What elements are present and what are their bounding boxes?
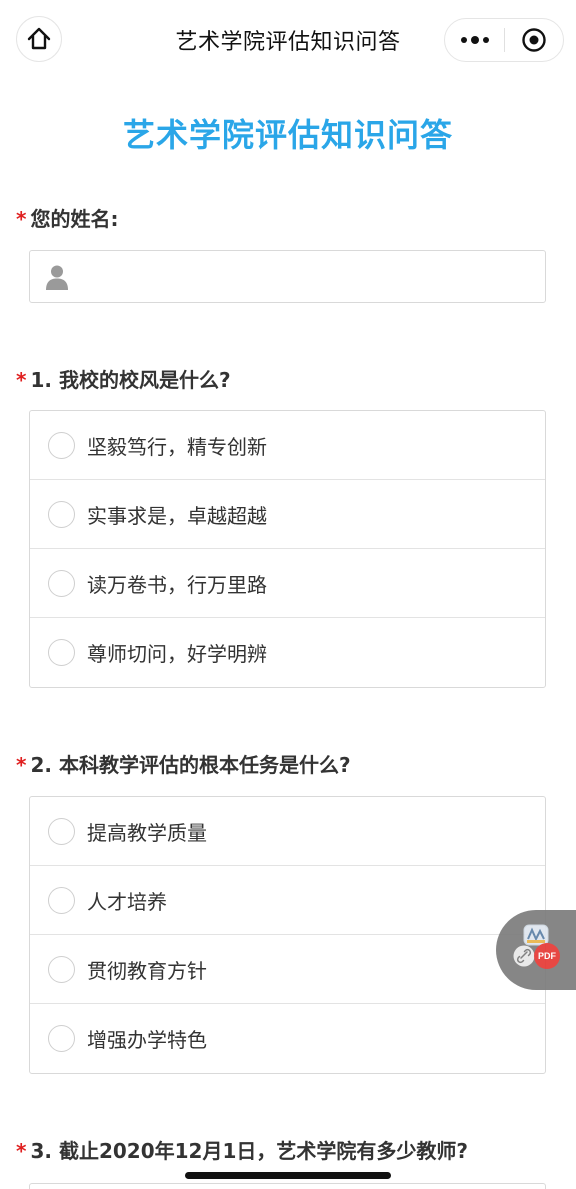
option-label: 人才培养: [87, 889, 167, 914]
name-input[interactable]: [29, 250, 546, 303]
radio-button[interactable]: [48, 500, 75, 528]
home-indicator: [185, 1172, 391, 1179]
question-2-option-d[interactable]: 增强办学特色: [30, 1004, 545, 1073]
option-label: 提高教学质量: [87, 820, 207, 845]
radio-button[interactable]: [48, 569, 75, 597]
person-icon: [46, 265, 68, 290]
more-button[interactable]: [445, 18, 504, 62]
page: 艺术学院评估知识问答 艺术学院评估知识问答 * 您的姓名: * 1. 我校的校风…: [0, 0, 576, 1189]
close-target-icon: [522, 28, 546, 52]
question-1-option-c[interactable]: 读万卷书，行万里路: [30, 549, 545, 618]
question-3-label: * 3. 截止2020年12月1日，艺术学院有多少教师?: [16, 1135, 468, 1164]
question-1-option-d[interactable]: 尊师切问，好学明辨: [30, 618, 545, 687]
question-3-text: 3. 截止2020年12月1日，艺术学院有多少教师?: [30, 1139, 468, 1163]
question-2-option-b[interactable]: 人才培养: [30, 866, 545, 935]
radio-button[interactable]: [48, 886, 75, 914]
option-label: 读万卷书，行万里路: [87, 572, 267, 597]
top-nav-bar: 艺术学院评估知识问答: [0, 0, 576, 82]
required-mark: *: [16, 207, 27, 231]
radio-button[interactable]: [48, 431, 75, 459]
question-1-label: * 1. 我校的校风是什么?: [16, 364, 231, 393]
required-mark: *: [16, 753, 27, 777]
pdf-badge-text: PDF: [538, 951, 556, 961]
option-label: 尊师切问，好学明辨: [87, 642, 267, 666]
option-label: 增强办学特色: [87, 1028, 207, 1052]
required-mark: *: [16, 1139, 27, 1163]
option-label: 实事求是，卓越超越: [87, 503, 267, 528]
radio-button[interactable]: [48, 639, 75, 666]
question-2-options: 提高教学质量 人才培养 贯彻教育方针 增强办学特色: [29, 796, 546, 1074]
pdf-icon: PDF: [534, 943, 560, 969]
question-2-label: * 2. 本科教学评估的根本任务是什么?: [16, 749, 351, 778]
option-label: 贯彻教育方针: [87, 958, 207, 983]
radio-button[interactable]: [48, 1025, 75, 1052]
mini-program-capsule: [444, 18, 564, 62]
option-label: 坚毅笃行，精专创新: [87, 434, 267, 459]
required-mark: *: [16, 368, 27, 392]
radio-button[interactable]: [48, 817, 75, 845]
question-1-text: 1. 我校的校风是什么?: [30, 368, 231, 392]
more-dots-icon: [460, 36, 489, 44]
close-button[interactable]: [505, 18, 563, 62]
question-1-option-b[interactable]: 实事求是，卓越超越: [30, 480, 545, 549]
radio-button[interactable]: [48, 955, 75, 983]
name-label-text: 您的姓名:: [30, 207, 119, 231]
name-label: * 您的姓名:: [16, 203, 118, 232]
question-3-options: [29, 1183, 546, 1189]
question-2-text: 2. 本科教学评估的根本任务是什么?: [30, 753, 351, 777]
question-2-option-a[interactable]: 提高教学质量: [30, 797, 545, 866]
floating-tool-button[interactable]: PDF: [496, 910, 576, 990]
form-title: 艺术学院评估知识问答: [122, 116, 453, 154]
link-icon: [513, 945, 535, 967]
question-2-option-c[interactable]: 贯彻教育方针: [30, 935, 545, 1004]
question-1-options: 坚毅笃行，精专创新 实事求是，卓越超越 读万卷书，行万里路 尊师切问，好学明辨: [29, 410, 546, 688]
question-1-option-a[interactable]: 坚毅笃行，精专创新: [30, 411, 545, 480]
